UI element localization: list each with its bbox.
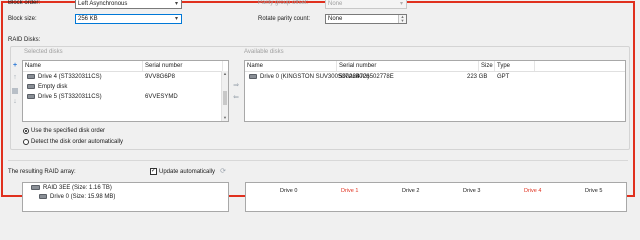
col-serial[interactable]: Serial number: [337, 61, 479, 71]
drive-column-header: Drive 5: [585, 188, 603, 194]
remove-from-array-icon[interactable]: ⇐: [232, 94, 240, 102]
chevron-down-icon: ▾: [174, 1, 178, 7]
disk-name: Empty disk: [38, 84, 68, 90]
disk-serial: 50026B726502778E: [339, 74, 394, 80]
block-order-label: Block order:: [8, 0, 41, 6]
add-to-array-icon[interactable]: ⇒: [232, 82, 240, 90]
available-disks-list[interactable]: Name Serial number Size Type Drive 0 (KI…: [244, 60, 626, 122]
move-down-icon[interactable]: ↓: [11, 98, 19, 106]
hard-drive-icon: [39, 193, 47, 199]
drive-column-header: Drive 1: [341, 188, 359, 194]
refresh-icon[interactable]: ⟳: [219, 168, 227, 176]
rotate-parity-spinner[interactable]: None ▲ ▼: [325, 14, 407, 24]
move-up-icon[interactable]: ↑: [11, 74, 19, 82]
chevron-down-icon: ▾: [399, 1, 403, 7]
chevron-down-icon: ▾: [174, 16, 178, 22]
parity-group-offset-label: Parity group offset:: [258, 0, 309, 6]
remove-disk-icon[interactable]: [12, 88, 18, 94]
col-serial[interactable]: Serial number: [143, 61, 223, 71]
raid-tree[interactable]: RAID 3EE (Size: 1.16 TB) Drive 0 (Size: …: [22, 182, 229, 212]
rotate-parity-label: Rotate parity count:: [258, 16, 311, 22]
hard-drive-icon: [27, 73, 35, 79]
parity-group-offset-value: None: [328, 1, 343, 7]
raid-disks-title: RAID Disks:: [8, 37, 41, 43]
selected-disks-list[interactable]: Name Serial number Drive 4 (ST3320311CS)…: [22, 60, 229, 122]
col-size[interactable]: Size: [479, 61, 495, 71]
block-size-label: Block size:: [8, 16, 37, 22]
use-specified-radio[interactable]: [23, 128, 29, 134]
drive-column-header: Drive 3: [463, 188, 481, 194]
detect-auto-label: Detect the disk order automatically: [31, 139, 124, 145]
available-list-header: Name Serial number Size Type: [245, 61, 625, 72]
hard-drive-icon: [27, 93, 35, 99]
block-order-value: Left Asynchronous: [78, 1, 128, 7]
col-name[interactable]: Name: [23, 61, 143, 71]
block-size-value: 256 KB: [78, 16, 98, 22]
hard-drive-icon: [27, 83, 35, 89]
drive-map-grid: [245, 182, 627, 212]
block-order-select[interactable]: Left Asynchronous ▾: [75, 0, 182, 9]
disk-name: Drive 5 (ST3320311CS): [38, 94, 102, 100]
resulting-array-label: The resulting RAID array:: [8, 169, 76, 175]
disk-name: Drive 4 (ST3320311CS): [38, 74, 102, 80]
list-item[interactable]: Drive 0 (KINGSTON SUV300S37A240G) 50026B…: [245, 73, 619, 81]
tree-child-label: Drive 0 (Size: 15.98 MB): [50, 194, 116, 200]
tree-child[interactable]: Drive 0 (Size: 15.98 MB): [23, 193, 222, 201]
divider: [8, 160, 628, 161]
selected-list-header: Name Serial number: [23, 61, 228, 72]
raid-array-icon: [31, 184, 40, 190]
list-item[interactable]: Empty disk: [23, 83, 222, 91]
rotate-parity-value: None: [328, 16, 343, 22]
disk-size: 223 GB: [467, 74, 488, 80]
available-disks-label: Available disks: [244, 49, 284, 55]
scroll-up-icon[interactable]: ▲: [222, 71, 228, 77]
detect-auto-radio[interactable]: [23, 139, 29, 145]
col-type[interactable]: Type: [495, 61, 535, 71]
disk-type: GPT: [497, 74, 510, 80]
use-specified-label: Use the specified disk order: [31, 128, 106, 134]
block-size-select[interactable]: 256 KB ▾: [75, 14, 182, 24]
parity-group-offset-select[interactable]: None ▾: [325, 0, 407, 9]
update-auto-label: Update automatically: [159, 169, 216, 175]
disk-serial: 9VV8G6P8: [145, 74, 176, 80]
scroll-thumb[interactable]: [223, 91, 227, 105]
list-item[interactable]: Drive 5 (ST3320311CS) 6VVESYMD: [23, 93, 222, 101]
drive-column-header: Drive 2: [402, 188, 420, 194]
add-disk-icon[interactable]: +: [11, 62, 19, 70]
hard-drive-icon: [249, 73, 257, 79]
selected-list-scrollbar[interactable]: ▲ ▼: [221, 71, 228, 121]
tree-root-label: RAID 3EE (Size: 1.16 TB): [43, 185, 112, 191]
drive-column-header: Drive 0: [280, 188, 298, 194]
list-item[interactable]: Drive 4 (ST3320311CS) 9VV8G6P8: [23, 73, 222, 81]
drive-column-header: Drive 4: [524, 188, 542, 194]
selected-disks-label: Selected disks: [24, 49, 63, 55]
update-auto-checkbox[interactable]: ✓: [150, 168, 157, 175]
disk-serial: 6VVESYMD: [145, 94, 178, 100]
col-name[interactable]: Name: [245, 61, 337, 71]
tree-root[interactable]: RAID 3EE (Size: 1.16 TB): [23, 184, 222, 192]
spinner-arrows-icon[interactable]: ▲ ▼: [398, 15, 406, 23]
scroll-down-icon[interactable]: ▼: [222, 115, 228, 121]
